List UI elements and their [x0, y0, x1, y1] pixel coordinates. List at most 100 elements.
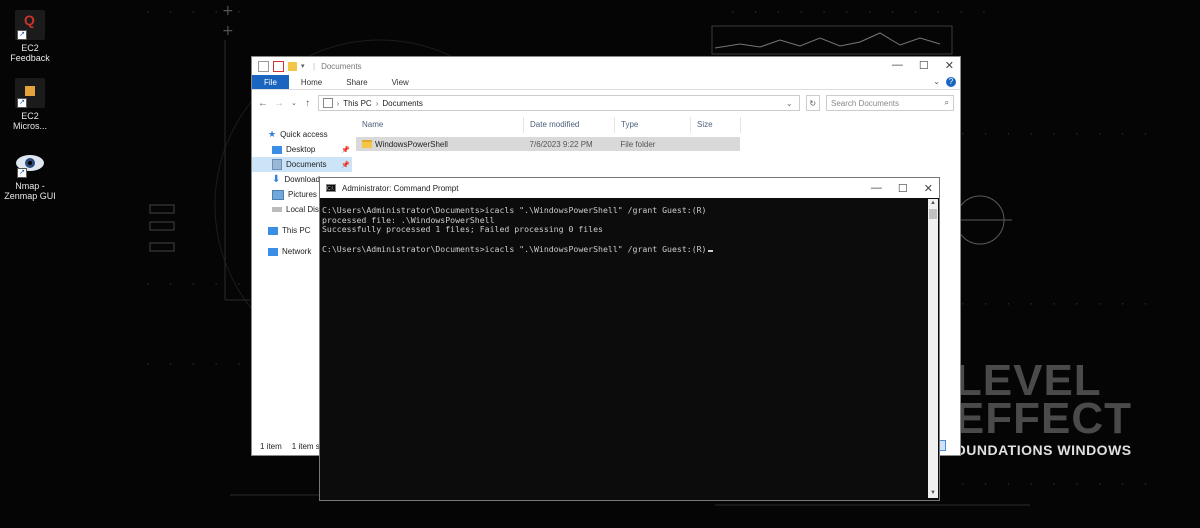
- nav-item-pictures[interactable]: Pictures: [252, 187, 324, 202]
- breadcrumb-documents[interactable]: Documents: [382, 99, 422, 108]
- breadcrumb-separator: ›: [336, 98, 340, 108]
- package-icon: ↗: [15, 78, 45, 108]
- column-header-date[interactable]: Date modified: [524, 117, 615, 133]
- nav-item-local-disk[interactable]: Local Disk: [252, 202, 324, 217]
- nav-item-desktop[interactable]: Desktop 📌: [252, 142, 352, 157]
- nav-item-label: This PC: [282, 226, 311, 235]
- brand-line-2: EFFECT: [954, 394, 1132, 443]
- forward-button[interactable]: →: [274, 98, 284, 109]
- search-input[interactable]: Search Documents ⌕: [826, 95, 954, 111]
- feedback-icon: Q ↗: [15, 10, 45, 40]
- terminal-line: C:\Users\Administrator\Documents>icacls …: [322, 243, 707, 254]
- hud-dots: · · · · · · · · · · · ·: [730, 8, 993, 18]
- help-icon[interactable]: ?: [946, 77, 956, 87]
- status-item-count: 1 item: [260, 441, 282, 451]
- column-header-size[interactable]: Size: [691, 117, 741, 133]
- terminal-line: Successfully processed 1 files; Failed p…: [322, 224, 603, 235]
- file-date: 7/6/2023 9:22 PM: [529, 139, 593, 149]
- breadcrumb-separator: ›: [375, 98, 379, 108]
- scroll-down-icon[interactable]: ▼: [928, 489, 938, 498]
- nav-item-label: Network: [282, 247, 312, 256]
- pc-icon: [322, 98, 333, 108]
- desktop-icon-nmap[interactable]: ↗ Nmap - Zenmap GUI: [0, 148, 60, 201]
- cmd-icon: C:\: [326, 184, 336, 192]
- ribbon-tabs: File Home Share View ⌄ ?: [252, 75, 960, 90]
- nav-item-label: Desktop: [286, 145, 316, 154]
- chevron-down-icon[interactable]: ▾: [301, 62, 307, 71]
- ribbon-expand-icon[interactable]: ⌄: [933, 77, 940, 86]
- hud-dots: · · · · · · · · ·: [960, 130, 1155, 140]
- nav-item-downloads[interactable]: ⬇ Download: [252, 172, 324, 187]
- window-controls: — ☐ ✕: [871, 182, 933, 195]
- list-item[interactable]: WindowsPowerShell 7/6/2023 9:22 PM File …: [356, 137, 740, 151]
- documents-icon: [272, 159, 282, 170]
- back-button[interactable]: ←: [258, 98, 268, 109]
- window-title: Documents: [321, 61, 362, 71]
- desktop-icon-ec2-feedback[interactable]: Q ↗ EC2 Feedback: [0, 10, 60, 63]
- minimize-button[interactable]: —: [871, 182, 882, 195]
- pictures-icon: [272, 189, 284, 200]
- tab-home[interactable]: Home: [289, 75, 334, 89]
- scrollbar-thumb[interactable]: [929, 209, 937, 219]
- quick-access-toolbar: ▾: [258, 60, 307, 72]
- nav-item-this-pc[interactable]: This PC: [252, 223, 324, 238]
- network-icon: [268, 247, 278, 256]
- hud-dots: · · · · ·: [145, 8, 248, 18]
- terminal-prompt-line: C:\Users\Administrator\Documents>icacls …: [322, 243, 927, 255]
- nav-item-label: Pictures: [288, 190, 317, 199]
- status-selected: 1 item s: [291, 441, 320, 451]
- tab-share[interactable]: Share: [334, 75, 379, 89]
- hud-dots: · · · · · · · · ·: [960, 300, 1155, 310]
- address-bar[interactable]: › This PC › Documents ⌄: [317, 95, 800, 111]
- up-button[interactable]: ↑: [304, 98, 312, 109]
- properties-icon[interactable]: [258, 60, 269, 72]
- svg-text:+: +: [222, 23, 234, 39]
- breadcrumb-this-pc[interactable]: This PC: [343, 99, 371, 108]
- checkmark-icon[interactable]: [273, 60, 284, 72]
- nav-item-network[interactable]: Network: [252, 244, 324, 259]
- hud-dots: · · · · · · · · ·: [960, 480, 1155, 490]
- pc-icon: [268, 226, 278, 235]
- navigation-pane: ★ Quick access Desktop 📌 Documents 📌 ⬇ D…: [252, 117, 352, 437]
- pin-icon: 📌: [341, 161, 350, 169]
- chevron-down-icon[interactable]: ⌄: [786, 99, 793, 108]
- maximize-button[interactable]: ☐: [919, 59, 929, 72]
- scroll-up-icon[interactable]: ▲: [928, 199, 938, 208]
- file-name: WindowsPowerShell: [375, 139, 448, 149]
- search-placeholder: Search Documents: [831, 98, 900, 108]
- nav-item-label: Local Disk: [286, 205, 323, 214]
- close-button[interactable]: ✕: [924, 182, 933, 195]
- eye-icon: ↗: [15, 148, 45, 178]
- tab-file[interactable]: File: [252, 75, 289, 89]
- disk-icon: [272, 207, 282, 212]
- nav-item-label: Quick access: [280, 130, 328, 139]
- column-headers: Name Date modified Type Size: [356, 117, 960, 133]
- folder-icon: [362, 140, 372, 149]
- pin-icon: 📌: [341, 146, 350, 154]
- search-icon: ⌕: [944, 98, 949, 107]
- nav-item-label: Download: [284, 175, 320, 184]
- desktop-icon-label: EC2 Micros...: [12, 111, 47, 131]
- nav-item-quick-access[interactable]: ★ Quick access: [252, 127, 328, 142]
- brand-line-3: OUNDATIONS WINDOWS: [954, 442, 1132, 458]
- desktop-icon-ec2-micros[interactable]: ↗ EC2 Micros...: [0, 78, 60, 131]
- maximize-button[interactable]: ☐: [898, 182, 908, 195]
- terminal-output[interactable]: C:\Users\Administrator\Documents>icacls …: [322, 205, 927, 498]
- recent-locations-button[interactable]: ⌄: [290, 99, 298, 107]
- desktop-icon-label: EC2 Feedback: [10, 43, 50, 63]
- file-name-cell: WindowsPowerShell: [356, 140, 524, 149]
- column-header-type[interactable]: Type: [615, 117, 691, 133]
- column-header-name[interactable]: Name: [356, 117, 524, 133]
- refresh-button[interactable]: ↻: [805, 95, 820, 111]
- command-prompt-window: C:\ Administrator: Command Prompt — ☐ ✕ …: [319, 177, 940, 501]
- close-button[interactable]: ✕: [945, 59, 954, 72]
- nav-item-documents[interactable]: Documents 📌: [252, 157, 352, 172]
- folder-icon[interactable]: [288, 61, 297, 71]
- cmd-title-bar[interactable]: C:\ Administrator: Command Prompt — ☐ ✕: [320, 178, 939, 198]
- explorer-title-bar[interactable]: ▾ | Documents — ☐ ✕: [252, 57, 960, 75]
- address-row: ← → ⌄ ↑ › This PC › Documents ⌄ ↻ Search…: [252, 90, 960, 116]
- minimize-button[interactable]: —: [892, 59, 903, 72]
- vertical-scrollbar[interactable]: ▲ ▼: [928, 199, 938, 498]
- tab-view[interactable]: View: [380, 75, 421, 89]
- desktop-icon: [272, 145, 282, 154]
